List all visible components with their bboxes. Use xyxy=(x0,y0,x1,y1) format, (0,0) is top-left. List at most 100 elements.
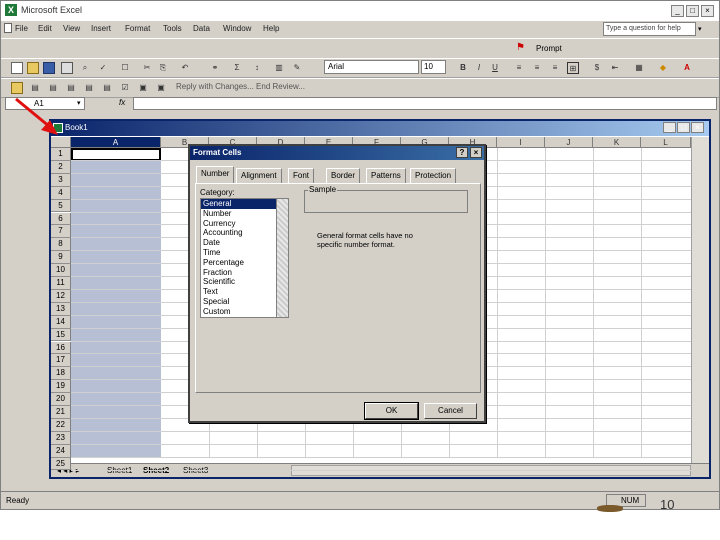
align-center-icon[interactable]: ≡ xyxy=(531,62,543,74)
row-header[interactable]: 24 xyxy=(51,444,71,458)
category-item[interactable]: General xyxy=(201,199,288,209)
bold-icon[interactable]: B xyxy=(457,62,469,74)
tab-number[interactable]: Number xyxy=(196,166,235,183)
italic-icon[interactable]: I xyxy=(473,62,485,74)
spelling-icon[interactable]: ✓ xyxy=(97,62,109,74)
sheet-tab-3[interactable]: Sheet3 xyxy=(183,466,208,475)
row-header[interactable]: 6 xyxy=(51,212,71,226)
category-item[interactable]: Date xyxy=(201,238,288,248)
underline-icon[interactable]: U xyxy=(489,62,501,74)
tab-border[interactable]: Border xyxy=(326,168,361,183)
ok-button[interactable]: OK xyxy=(364,402,419,420)
row-header[interactable]: 21 xyxy=(51,406,71,419)
review-icon-3[interactable]: ▤ xyxy=(65,82,77,94)
review-icon-5[interactable]: ▤ xyxy=(101,82,113,94)
formula-bar-input[interactable] xyxy=(133,97,717,110)
sheet-tab-2[interactable]: Sheet2 xyxy=(143,466,169,475)
cut-icon[interactable]: ✂ xyxy=(141,62,153,74)
review-icon-4[interactable]: ▤ xyxy=(83,82,95,94)
chart-icon[interactable]: ▥ xyxy=(273,62,285,74)
fx-icon[interactable]: fx xyxy=(119,98,125,107)
undo-icon[interactable]: ↶ xyxy=(179,62,191,74)
menu-file[interactable]: File xyxy=(15,24,28,33)
row-header[interactable]: 8 xyxy=(51,238,71,252)
row-header[interactable]: 2 xyxy=(51,160,71,174)
row-header[interactable]: 7 xyxy=(51,225,71,239)
new-icon[interactable] xyxy=(11,62,23,74)
menu-help[interactable]: Help xyxy=(263,24,279,33)
fill-color-icon[interactable]: ◆ xyxy=(657,62,669,74)
row-header[interactable]: 4 xyxy=(51,186,71,200)
row-header[interactable]: 20 xyxy=(51,393,71,406)
align-right-icon[interactable]: ≡ xyxy=(549,62,561,74)
category-item[interactable]: Scientific xyxy=(201,277,288,287)
tab-font[interactable]: Font xyxy=(288,168,315,183)
maximize-button[interactable]: □ xyxy=(686,5,699,17)
row-header[interactable]: 10 xyxy=(51,264,71,277)
print-preview-icon[interactable]: ⌕ xyxy=(79,62,91,74)
research-icon[interactable]: ☐ xyxy=(119,62,131,74)
row-header[interactable]: 5 xyxy=(51,199,71,213)
folder-icon[interactable] xyxy=(11,82,23,94)
menu-window[interactable]: Window xyxy=(223,24,251,33)
save-icon[interactable] xyxy=(43,62,55,74)
review-icon-1[interactable]: ▤ xyxy=(29,82,41,94)
category-item[interactable]: Fraction xyxy=(201,268,288,278)
vertical-scrollbar[interactable] xyxy=(691,137,709,463)
open-icon[interactable] xyxy=(27,62,39,74)
row-header[interactable]: 12 xyxy=(51,289,71,303)
category-item[interactable]: Text xyxy=(201,287,288,297)
help-icon[interactable]: ? xyxy=(456,147,468,158)
wb-maximize-button[interactable]: □ xyxy=(677,122,690,133)
review-icon-8[interactable]: ▣ xyxy=(155,82,167,94)
row-header[interactable]: 18 xyxy=(51,367,71,381)
font-name-select[interactable]: Arial xyxy=(324,60,419,74)
row-header[interactable]: 14 xyxy=(51,315,71,329)
wb-close-button[interactable]: × xyxy=(691,122,704,133)
category-item[interactable]: Currency xyxy=(201,219,288,229)
category-item[interactable]: Accounting xyxy=(201,228,288,238)
review-icon-7[interactable]: ▣ xyxy=(137,82,149,94)
merge-center-icon[interactable]: ⊞ xyxy=(567,62,579,74)
menu-insert[interactable]: Insert xyxy=(91,24,111,33)
category-item[interactable]: Special xyxy=(201,297,288,307)
hyperlink-icon[interactable]: ⚭ xyxy=(209,62,221,74)
category-item[interactable]: Percentage xyxy=(201,258,288,268)
tab-protection[interactable]: Protection xyxy=(410,168,457,183)
review-icon-2[interactable]: ▤ xyxy=(47,82,59,94)
horizontal-scrollbar[interactable] xyxy=(291,465,691,476)
menu-tools[interactable]: Tools xyxy=(163,24,182,33)
column-header-k[interactable]: K xyxy=(593,137,641,148)
decrease-indent-icon[interactable]: ⇤ xyxy=(609,62,621,74)
column-header-a[interactable]: A xyxy=(71,137,161,148)
close-button[interactable]: × xyxy=(701,5,714,17)
print-icon[interactable] xyxy=(61,62,73,74)
menu-view[interactable]: View xyxy=(63,24,80,33)
row-header[interactable]: 25 xyxy=(51,457,71,471)
font-size-select[interactable]: 10 xyxy=(421,60,446,74)
row-header[interactable]: 9 xyxy=(51,251,71,265)
help-search-input[interactable]: Type a question for help xyxy=(603,22,696,36)
cancel-button[interactable]: Cancel xyxy=(424,403,477,419)
tab-alignment[interactable]: Alignment xyxy=(236,168,282,183)
row-header[interactable]: 11 xyxy=(51,277,71,290)
row-header[interactable]: 13 xyxy=(51,302,71,316)
copy-icon[interactable]: ⎘ xyxy=(157,62,169,74)
category-item[interactable]: Time xyxy=(201,248,288,258)
review-icon-6[interactable]: ☑ xyxy=(119,82,131,94)
row-header[interactable]: 19 xyxy=(51,380,71,394)
sheet-tab-1[interactable]: Sheet1 xyxy=(107,466,132,475)
tab-patterns[interactable]: Patterns xyxy=(366,168,406,183)
category-list[interactable]: General Number Currency Accounting Date … xyxy=(200,198,289,318)
menu-edit[interactable]: Edit xyxy=(38,24,52,33)
row-header[interactable]: 3 xyxy=(51,173,71,187)
row-header[interactable]: 22 xyxy=(51,418,71,432)
row-header[interactable]: 16 xyxy=(51,341,71,355)
column-header-l[interactable]: L xyxy=(641,137,691,148)
category-item[interactable]: Number xyxy=(201,209,288,219)
category-item[interactable]: Custom xyxy=(201,307,288,317)
align-left-icon[interactable]: ≡ xyxy=(513,62,525,74)
dialog-close-button[interactable]: × xyxy=(470,147,482,158)
chevron-down-icon[interactable]: ▾ xyxy=(77,99,81,107)
wb-minimize-button[interactable]: _ xyxy=(663,122,676,133)
